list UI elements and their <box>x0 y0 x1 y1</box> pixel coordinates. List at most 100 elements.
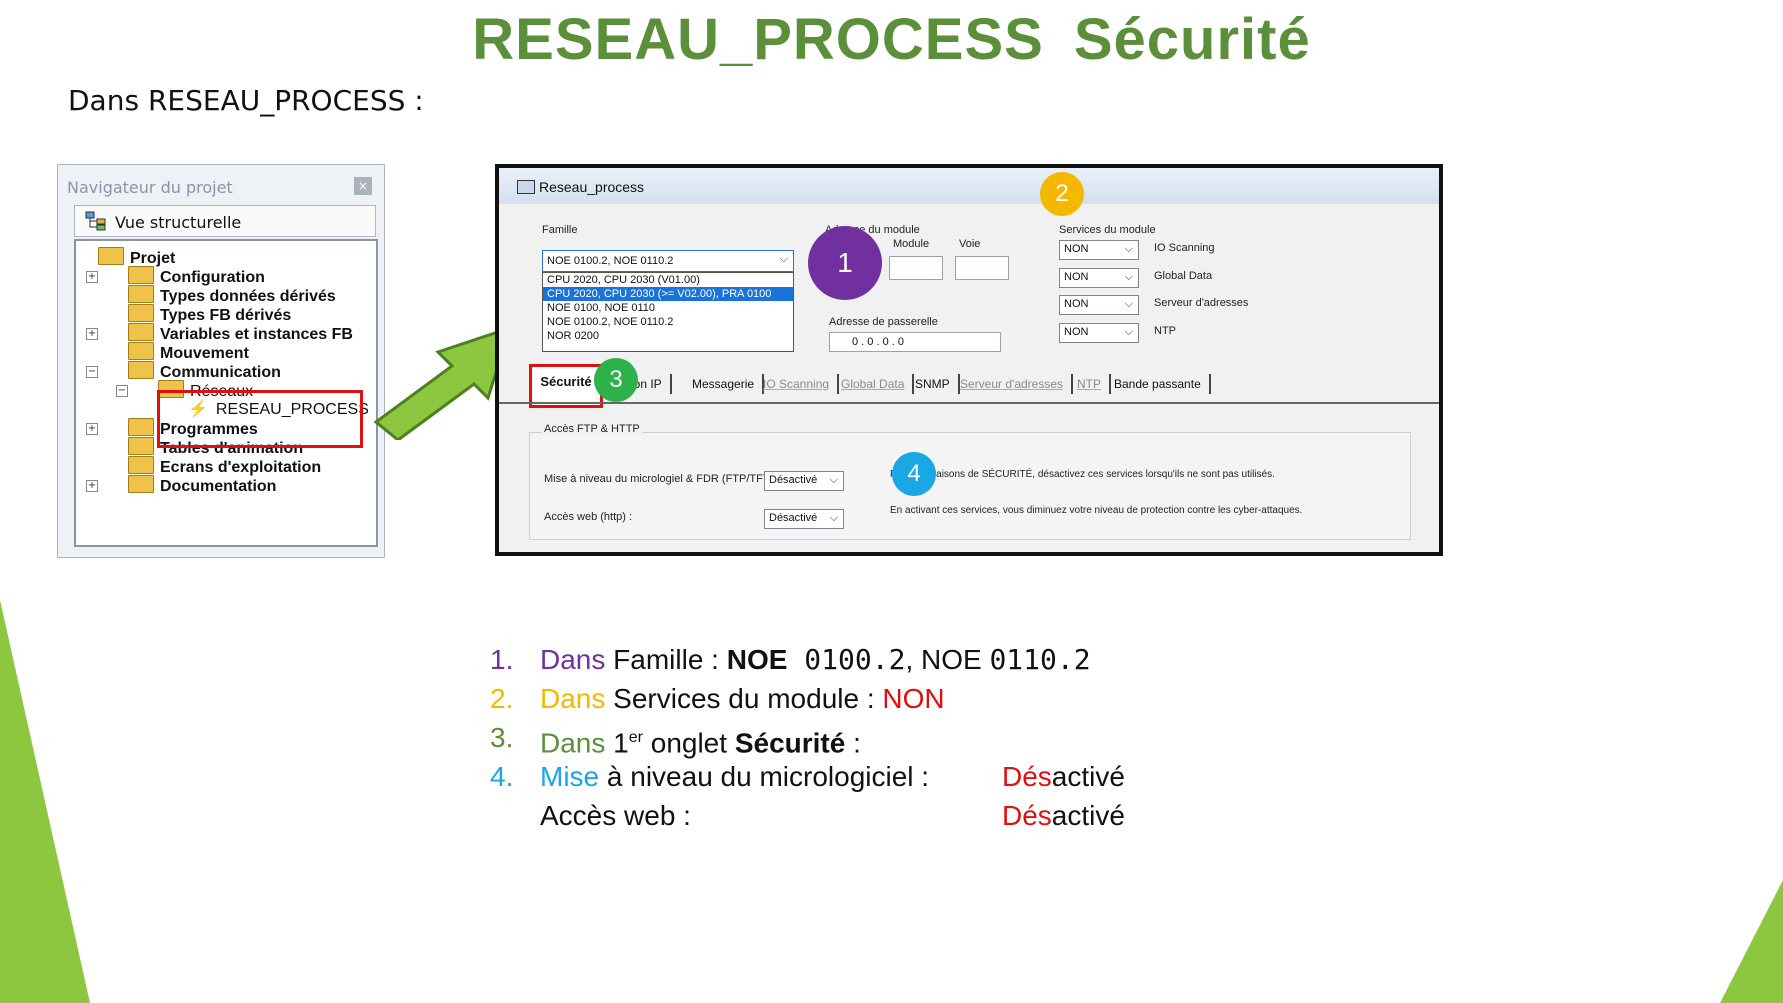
tab-serveur-adresses[interactable]: Serveur d'adresses <box>952 374 1074 394</box>
service-select-ntp[interactable]: NON ⌵ <box>1059 323 1139 343</box>
tab-io-scanning[interactable]: IO Scanning <box>755 374 840 394</box>
decor-triangle-left <box>0 600 90 1003</box>
step-lead: Dans <box>540 727 606 759</box>
structural-view-header[interactable]: Vue structurelle <box>74 205 376 237</box>
chevron-down-icon: ⌵ <box>779 253 788 265</box>
slide-title: RESEAU_PROCESS Sécurité <box>0 6 1783 73</box>
passerelle-label: Adresse de passerelle <box>829 316 938 328</box>
tab-divider <box>499 402 1439 404</box>
service-select-global-data[interactable]: NON ⌵ <box>1059 268 1139 288</box>
folder-icon <box>128 342 154 360</box>
tree-item-documentation[interactable]: Documentation <box>128 475 276 496</box>
tab-ntp[interactable]: NTP <box>1069 374 1111 394</box>
collapse-icon[interactable]: − <box>116 385 128 397</box>
famille-dropdown-list: CPU 2020, CPU 2030 (V01.00) CPU 2020, CP… <box>542 272 794 352</box>
step-bold: NOE <box>726 644 788 675</box>
service-select-io-scanning[interactable]: NON ⌵ <box>1059 240 1139 260</box>
famille-option[interactable]: NOE 0100, NOE 0110 <box>543 301 793 315</box>
decor-triangle-right <box>1720 880 1783 1003</box>
step-badge-1: 1 <box>808 226 882 300</box>
step-superscript: er <box>628 729 643 746</box>
chevron-down-icon: ⌵ <box>1124 326 1133 338</box>
step-badge-3: 3 <box>594 358 638 402</box>
web-label: Accès web (http) : <box>544 511 633 523</box>
ftp-http-group: Accès FTP & HTTP Mise à niveau du microl… <box>529 423 1411 540</box>
step-text: Services du module : <box>605 683 883 714</box>
dialog-titlebar: Reseau_process <box>499 168 1439 204</box>
chevron-down-icon: ⌵ <box>829 474 838 486</box>
slide-subtitle: Dans RESEAU_PROCESS : <box>68 84 424 117</box>
service-label: NTP <box>1154 325 1176 337</box>
famille-option[interactable]: NOR 0200 <box>543 329 793 343</box>
famille-label: Famille <box>542 224 578 236</box>
tree-item-types-fb[interactable]: Types FB dérivés <box>128 304 291 325</box>
step-number: 4. <box>490 761 514 792</box>
step-value-red: Dés <box>1002 761 1052 792</box>
famille-option[interactable]: NOE 0100.2, NOE 0110.2 <box>543 315 793 329</box>
step-number: 1. <box>490 644 514 675</box>
chevron-down-icon: ⌵ <box>1124 298 1133 310</box>
close-icon[interactable]: × <box>354 177 372 195</box>
tree-item-projet[interactable]: Projet <box>98 247 175 268</box>
folder-icon <box>128 323 154 341</box>
step-value: activé <box>1051 761 1125 792</box>
step-badge-4: 4 <box>892 452 936 496</box>
collapse-icon[interactable]: − <box>86 366 98 378</box>
security-note-2: En activant ces services, vous diminuez … <box>890 505 1303 516</box>
expand-icon[interactable]: + <box>86 423 98 435</box>
step-lead: Mise <box>540 761 600 792</box>
step-text: Accès web : <box>540 800 691 831</box>
network-window-icon <box>517 180 535 194</box>
service-label: Global Data <box>1154 270 1213 282</box>
tree-item-mouvement[interactable]: Mouvement <box>128 342 249 363</box>
folder-icon <box>98 247 124 265</box>
folder-icon <box>128 304 154 322</box>
expand-icon[interactable]: + <box>86 328 98 340</box>
famille-option[interactable]: CPU 2020, CPU 2030 (V01.00) <box>543 273 793 287</box>
chevron-down-icon: ⌵ <box>1124 243 1133 255</box>
expand-icon[interactable]: + <box>86 480 98 492</box>
passerelle-field[interactable]: 0 . 0 . 0 . 0 <box>829 332 1001 352</box>
voie-field[interactable] <box>955 256 1009 280</box>
tree-item-types-donnees[interactable]: Types données dérivés <box>128 285 336 306</box>
voie-label: Voie <box>959 238 981 250</box>
step-number: 3. <box>490 722 514 753</box>
module-field[interactable] <box>889 256 943 280</box>
tab-bande-passante[interactable]: Bande passante <box>1106 374 1211 394</box>
tab-messagerie[interactable]: Messagerie <box>684 374 765 394</box>
ftp-select[interactable]: Désactivé ⌵ <box>764 471 844 491</box>
web-select[interactable]: Désactivé ⌵ <box>764 509 844 529</box>
reseau-process-dialog: Reseau_process Famille NOE 0100.2, NOE 0… <box>495 164 1443 556</box>
folder-icon <box>128 361 154 379</box>
tree-item-configuration[interactable]: Configuration <box>128 266 265 287</box>
folder-icon <box>128 475 154 493</box>
step-lead: Dans <box>540 683 606 714</box>
tree-item-communication[interactable]: Communication <box>128 361 281 382</box>
step-text: Famille : <box>605 644 727 675</box>
folder-icon <box>128 456 154 474</box>
services-label: Services du module <box>1059 224 1156 236</box>
structural-view-label: Vue structurelle <box>115 213 242 232</box>
tree-item-ecrans[interactable]: Ecrans d'exploitation <box>128 456 321 477</box>
famille-select[interactable]: NOE 0100.2, NOE 0110.2 ⌵ <box>542 250 794 272</box>
step-text: à niveau du micrologiciel : <box>599 761 930 792</box>
highlight-box-reseau <box>157 390 363 448</box>
step-mono: 0100.2 <box>787 643 906 676</box>
step-number: 2. <box>490 683 514 714</box>
tree-item-variables[interactable]: Variables et instances FB <box>128 323 353 344</box>
step-text: onglet <box>642 727 735 759</box>
step-value: activé <box>1051 800 1125 831</box>
tab-global-data[interactable]: Global Data <box>833 374 915 394</box>
service-label: IO Scanning <box>1154 242 1215 254</box>
chevron-down-icon: ⌵ <box>829 512 838 524</box>
chevron-down-icon: ⌵ <box>1124 271 1133 283</box>
folder-icon <box>128 418 154 436</box>
step-value-red: NON <box>882 683 945 714</box>
navigator-title: Navigateur du projet <box>67 178 233 197</box>
expand-icon[interactable]: + <box>86 271 98 283</box>
title-part-1: RESEAU_PROCESS <box>472 7 1044 72</box>
dialog-title: Reseau_process <box>539 179 645 195</box>
step-text: : <box>845 727 861 759</box>
service-select-serveur[interactable]: NON ⌵ <box>1059 295 1139 315</box>
famille-option[interactable]: CPU 2020, CPU 2030 (>= V02.00), PRA 0100 <box>543 287 793 301</box>
